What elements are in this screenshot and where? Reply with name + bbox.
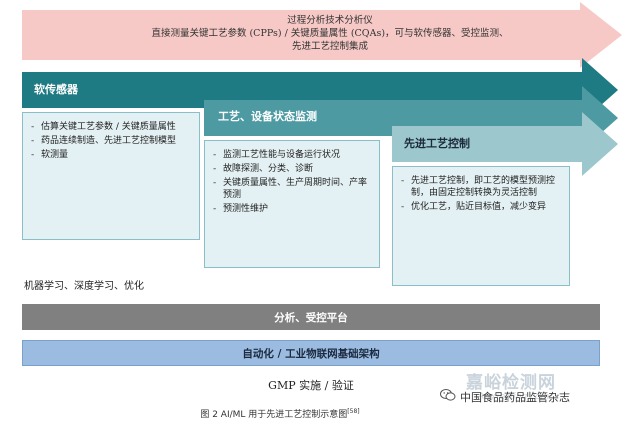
- pat-description: 过程分析技术分析仪 直接测量关键工艺参数 (CPPs) / 关键质量属性 (CQ…: [30, 14, 630, 53]
- list-item: 故障探测、分类、诊断: [213, 163, 371, 175]
- monitoring-list: 监测工艺性能与设备运行状况 故障探测、分类、诊断 关键质量属性、生产周期时间、产…: [213, 149, 371, 215]
- soft-sensor-panel: 估算关键工艺参数 / 关键质量属性 药品连续制造、先进工艺控制模型 软测量: [22, 112, 200, 240]
- list-item: 优化工艺，贴近目标值，减少变异: [401, 201, 561, 213]
- soft-sensor-list: 估算关键工艺参数 / 关键质量属性 药品连续制造、先进工艺控制模型 软测量: [31, 121, 191, 161]
- pat-line-2: 直接测量关键工艺参数 (CPPs) / 关键质量属性 (CQAs)，可与软传感器…: [151, 28, 509, 39]
- caption-text: 图 2 AI/ML 用于先进工艺控制示意图: [200, 410, 348, 420]
- wechat-icon: [440, 389, 456, 401]
- list-item: 监测工艺性能与设备运行状况: [213, 149, 371, 161]
- apc-title: 先进工艺控制: [404, 137, 470, 150]
- list-item: 关键质量属性、生产周期时间、产率预测: [213, 177, 371, 201]
- analytics-platform-bar: 分析、受控平台: [22, 304, 600, 330]
- monitoring-title: 工艺、设备状态监测: [218, 110, 317, 123]
- automation-infrastructure-bar: 自动化 / 工业物联网基础架构: [22, 340, 600, 366]
- list-item: 药品连续制造、先进工艺控制模型: [31, 135, 191, 147]
- list-item: 预测性维护: [213, 203, 371, 215]
- brand-name: 中国食品药品监管杂志: [460, 391, 570, 404]
- list-item: 软测量: [31, 149, 191, 161]
- soft-sensor-title: 软传感器: [34, 83, 78, 96]
- pat-line-3: 先进工艺控制集成: [291, 41, 368, 52]
- monitoring-panel: 监测工艺性能与设备运行状况 故障探测、分类、诊断 关键质量属性、生产周期时间、产…: [204, 140, 380, 268]
- ml-label: 机器学习、深度学习、优化: [24, 281, 144, 292]
- apc-panel: 先进工艺控制，即工艺的模型预测控制，由固定控制转换为灵活控制 优化工艺，贴近目标…: [392, 166, 570, 286]
- list-item: 估算关键工艺参数 / 关键质量属性: [31, 121, 191, 133]
- caption-ref: [58]: [347, 408, 360, 415]
- apc-list: 先进工艺控制，即工艺的模型预测控制，由固定控制转换为灵活控制 优化工艺，贴近目标…: [401, 175, 561, 213]
- list-item: 先进工艺控制，即工艺的模型预测控制，由固定控制转换为灵活控制: [401, 175, 561, 199]
- pat-title: 过程分析技术分析仪: [287, 15, 373, 26]
- figure-caption: 图 2 AI/ML 用于先进工艺控制示意图[58]: [0, 407, 560, 420]
